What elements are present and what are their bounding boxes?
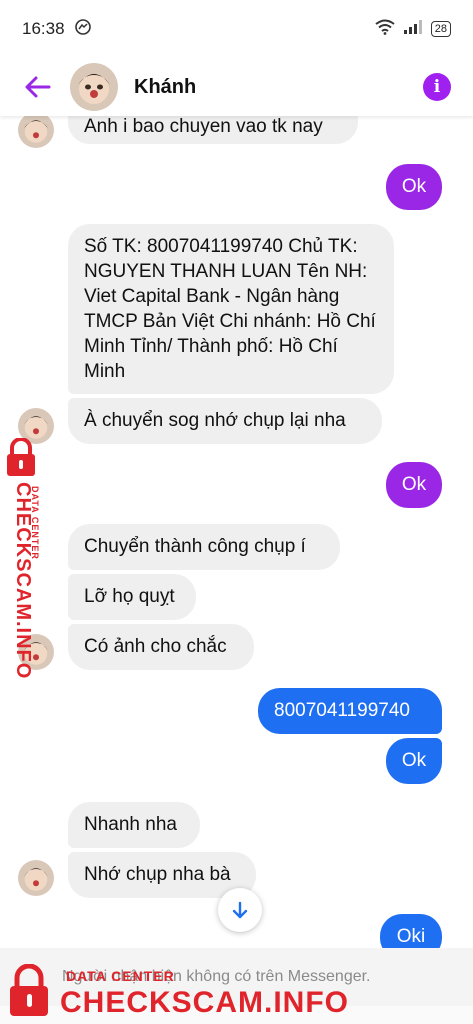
message-outgoing[interactable]: Ok bbox=[386, 462, 442, 508]
message-outgoing[interactable]: 8007041199740 bbox=[258, 688, 442, 734]
contact-avatar[interactable] bbox=[70, 63, 118, 111]
message-outgoing[interactable]: Oki bbox=[380, 914, 442, 948]
message-incoming[interactable]: Có ảnh cho chắc bbox=[68, 624, 254, 670]
message-incoming[interactable]: Anh i bao chuyen vao tk nay bbox=[68, 116, 358, 144]
contact-name[interactable]: Khánh bbox=[134, 76, 196, 99]
message-outgoing[interactable]: Ok bbox=[386, 164, 442, 210]
lock-icon bbox=[7, 438, 35, 476]
sender-avatar bbox=[18, 116, 54, 148]
message-incoming[interactable]: Lỡ họ quỵt bbox=[68, 574, 196, 620]
battery-indicator: 28 bbox=[430, 21, 451, 37]
message-list[interactable]: Anh i bao chuyen vao tk nay Ok Số TK: 80… bbox=[0, 116, 473, 948]
message-incoming[interactable]: À chuyển sog nhớ chụp lại nha bbox=[68, 398, 382, 444]
watermark-side: CHECKSCAM.INFO DATA CENTER bbox=[0, 436, 48, 679]
message-incoming[interactable]: Nhanh nha bbox=[68, 802, 200, 848]
message-incoming[interactable]: Số TK: 8007041199740 Chủ TK: NGUYEN THAN… bbox=[68, 224, 394, 394]
message-incoming[interactable]: Chuyển thành công chụp í bbox=[68, 524, 340, 570]
watermark-bottom-small: DATA CENTER bbox=[66, 968, 175, 984]
message-outgoing[interactable]: Ok bbox=[386, 738, 442, 784]
wifi-icon bbox=[375, 19, 395, 40]
signal-icon bbox=[403, 19, 423, 40]
status-time: 16:38 bbox=[22, 19, 65, 38]
arrow-down-icon bbox=[232, 901, 248, 919]
scroll-down-button[interactable] bbox=[218, 888, 262, 932]
sender-avatar bbox=[18, 860, 54, 896]
chat-header: Khánh i bbox=[0, 58, 473, 116]
watermark-bottom-big: CHECKSCAM.INFO bbox=[60, 986, 349, 1019]
status-bar: 16:38 28 bbox=[0, 0, 473, 58]
watermark-bottom: DATA CENTER CHECKSCAM.INFO bbox=[0, 960, 473, 1024]
back-button[interactable] bbox=[16, 65, 60, 109]
back-arrow-icon bbox=[25, 76, 51, 98]
info-icon[interactable]: i bbox=[423, 73, 451, 101]
messenger-notification-icon bbox=[74, 18, 91, 40]
watermark-side-small: DATA CENTER bbox=[30, 486, 40, 560]
lock-icon bbox=[10, 964, 48, 1016]
